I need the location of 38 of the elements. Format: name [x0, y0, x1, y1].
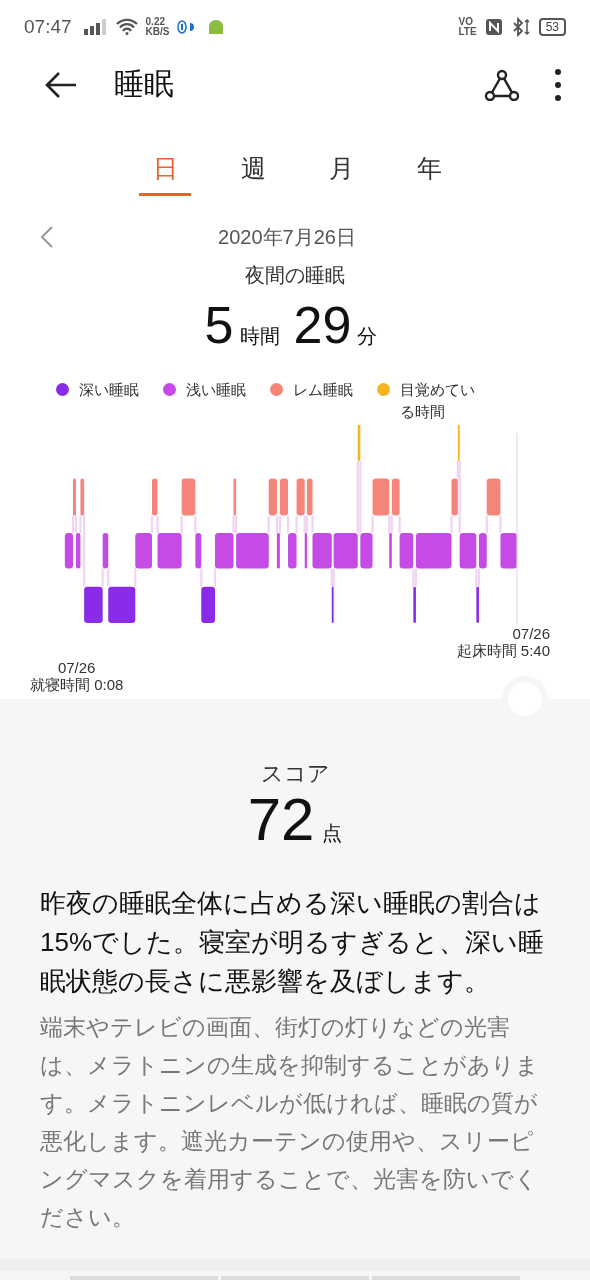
nfc-icon [484, 17, 503, 36]
legend-label: 目覚めている時間 [400, 380, 476, 423]
advice-body: 端末やテレビの画面、街灯の灯りなどの光害は、メラトニンの生成を抑制することがあります。メラトニンレベルが低ければ、睡眠の質が悪化します。遮光カーテンの使用や、スリーピングマスクを着用することで、光害を防いでください。 [40, 1014, 540, 1232]
wake-date: 07/26 [512, 625, 550, 642]
network-speed-unit: KB/S [145, 26, 170, 37]
period-tab[interactable]: 年 [403, 152, 455, 196]
minutes-unit: 分 [357, 324, 378, 350]
score-title: スコア [259, 760, 331, 788]
bluetooth-icon [510, 16, 531, 37]
bed-time: 就寝時間 0:08 [30, 676, 124, 693]
period-tab[interactable]: 週 [227, 152, 279, 196]
battery-level: 53 [538, 17, 566, 36]
bed-date: 07/26 [57, 659, 96, 676]
page-title: 睡眠 [114, 66, 175, 103]
android-app-icon [207, 17, 226, 36]
legend-label: 浅い睡眠 [186, 380, 246, 401]
hours-value: 5 [204, 295, 234, 356]
share-icon [484, 68, 520, 101]
back-arrow-icon [44, 70, 78, 99]
minutes-value: 29 [293, 295, 352, 356]
date-label: 2020年7月26日 [217, 224, 357, 250]
hours-unit: 時間 [239, 324, 280, 350]
volte-label: LTE [458, 26, 477, 37]
summary-title: 夜間の睡眠 [244, 263, 346, 289]
period-tab[interactable]: 月 [315, 152, 367, 196]
legend-label: レム睡眠 [293, 380, 353, 401]
signal-icon [83, 18, 108, 35]
network-speed: 0.22 [145, 16, 166, 27]
score-unit: 点 [322, 821, 343, 846]
advice-headline: 昨夜の睡眠全体に占める深い睡眠の割合は15%でした。寝室が明るすぎると、深い睡眠状態の長さに悪影響を及ぼします。 [40, 887, 546, 998]
legend-label: 深い睡眠 [79, 380, 139, 401]
more-icon [554, 67, 562, 102]
status-time: 07:47 [24, 15, 72, 38]
volte-label: VO [458, 16, 474, 27]
previous-day-icon[interactable] [40, 225, 54, 250]
wake-time: 起床時間 5:40 [456, 642, 550, 659]
wifi-icon [115, 18, 138, 36]
score-value: 72 [247, 785, 315, 854]
